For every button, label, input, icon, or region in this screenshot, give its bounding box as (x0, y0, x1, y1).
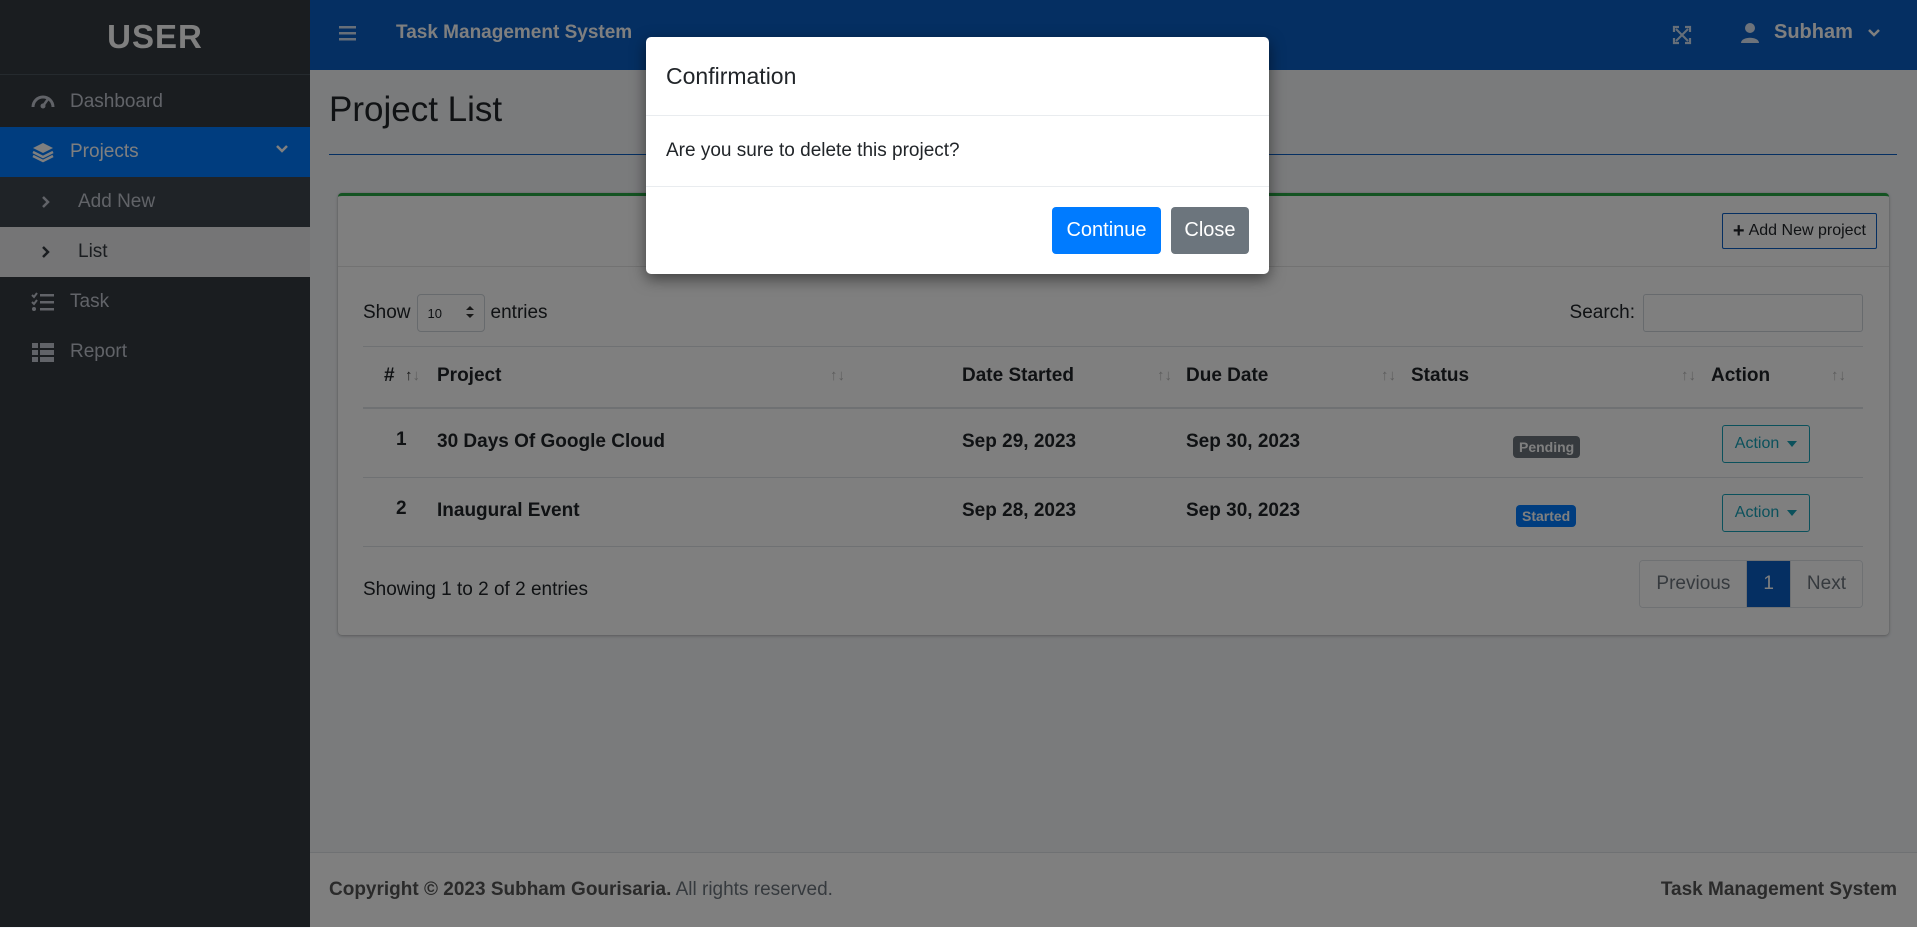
modal-message: Are you sure to delete this project? (666, 140, 960, 161)
close-button[interactable]: Close (1171, 207, 1249, 254)
modal-header: Confirmation (646, 37, 1269, 116)
modal-footer: Continue Close (646, 187, 1269, 275)
confirmation-modal: Confirmation Are you sure to delete this… (646, 37, 1269, 274)
continue-button[interactable]: Continue (1052, 207, 1161, 254)
modal-title: Confirmation (666, 62, 797, 89)
modal-body: Are you sure to delete this project? (646, 116, 1269, 187)
